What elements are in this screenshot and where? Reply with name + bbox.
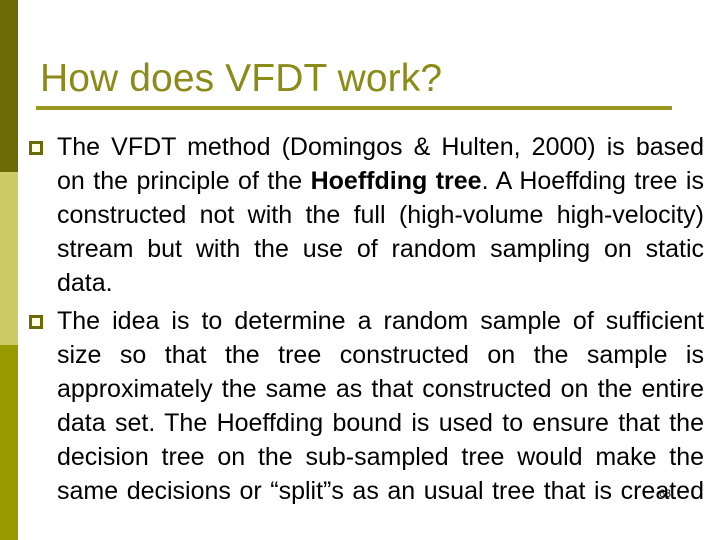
bullet-item: The VFDT method (Domingos & Hulten, 2000… (26, 130, 704, 300)
title-underline-rule (36, 106, 672, 110)
slide-title: How does VFDT work? (40, 57, 443, 100)
slide-body: The VFDT method (Domingos & Hulten, 2000… (26, 130, 704, 540)
bullet-text-bold: Hoeffding tree (310, 167, 482, 195)
sidebar-decoration (0, 0, 18, 540)
slide-page-number: 63 (659, 488, 671, 500)
sidebar-segment-middle (0, 172, 18, 345)
sidebar-segment-bottom (0, 345, 18, 540)
hollow-square-bullet-icon (29, 315, 43, 329)
sidebar-segment-top (0, 0, 18, 172)
bullet-paragraph: The VFDT method (Domingos & Hulten, 2000… (57, 130, 704, 300)
bullet-text-part-1: The idea is to determine a random sample… (57, 307, 704, 505)
slide-canvas: How does VFDT work? The VFDT method (Dom… (0, 0, 720, 540)
hollow-square-bullet-icon (29, 141, 43, 155)
bullet-paragraph: The idea is to determine a random sample… (57, 304, 704, 540)
bullet-item: The idea is to determine a random sample… (26, 304, 704, 540)
